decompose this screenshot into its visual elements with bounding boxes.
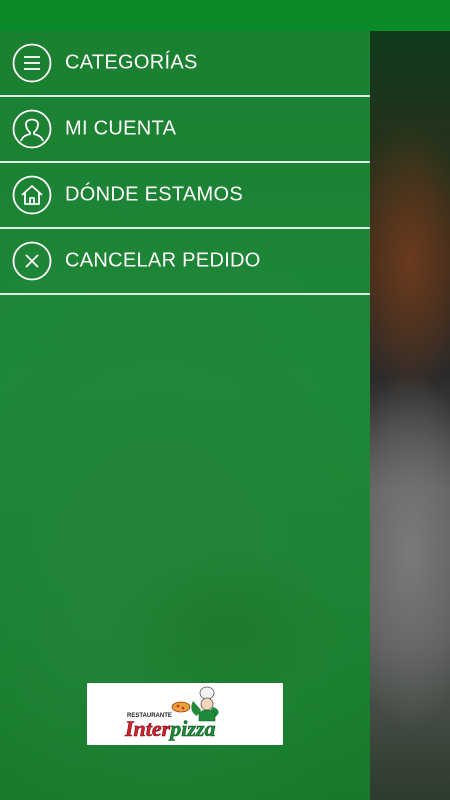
status-bar (0, 0, 450, 31)
menu-item-label: CANCELAR PEDIDO (65, 249, 261, 272)
menu-item-label: CATEGORÍAS (65, 51, 198, 74)
svg-text:Interpizza: Interpizza (124, 716, 216, 741)
user-icon (12, 109, 52, 149)
menu-item-label: DÓNDE ESTAMOS (65, 183, 243, 206)
menu-item-mi-cuenta[interactable]: MI CUENTA (0, 97, 370, 163)
navigation-drawer: CATEGORÍAS MI CUENTA DÓNDE ESTAMOS CANCE… (0, 31, 370, 800)
close-icon (12, 241, 52, 281)
home-icon (12, 175, 52, 215)
menu-item-donde-estamos[interactable]: DÓNDE ESTAMOS (0, 163, 370, 229)
menu-item-categorias[interactable]: CATEGORÍAS (0, 31, 370, 97)
restaurant-logo: RESTAURANTE Interpizza (87, 683, 283, 745)
menu-item-cancelar-pedido[interactable]: CANCELAR PEDIDO (0, 229, 370, 295)
logo-brand-pizza: pizza (168, 716, 215, 741)
content-backdrop[interactable] (370, 31, 450, 800)
menu-item-label: MI CUENTA (65, 117, 177, 140)
menu-icon (12, 43, 52, 83)
logo-brand-inter: Inter (124, 716, 171, 741)
